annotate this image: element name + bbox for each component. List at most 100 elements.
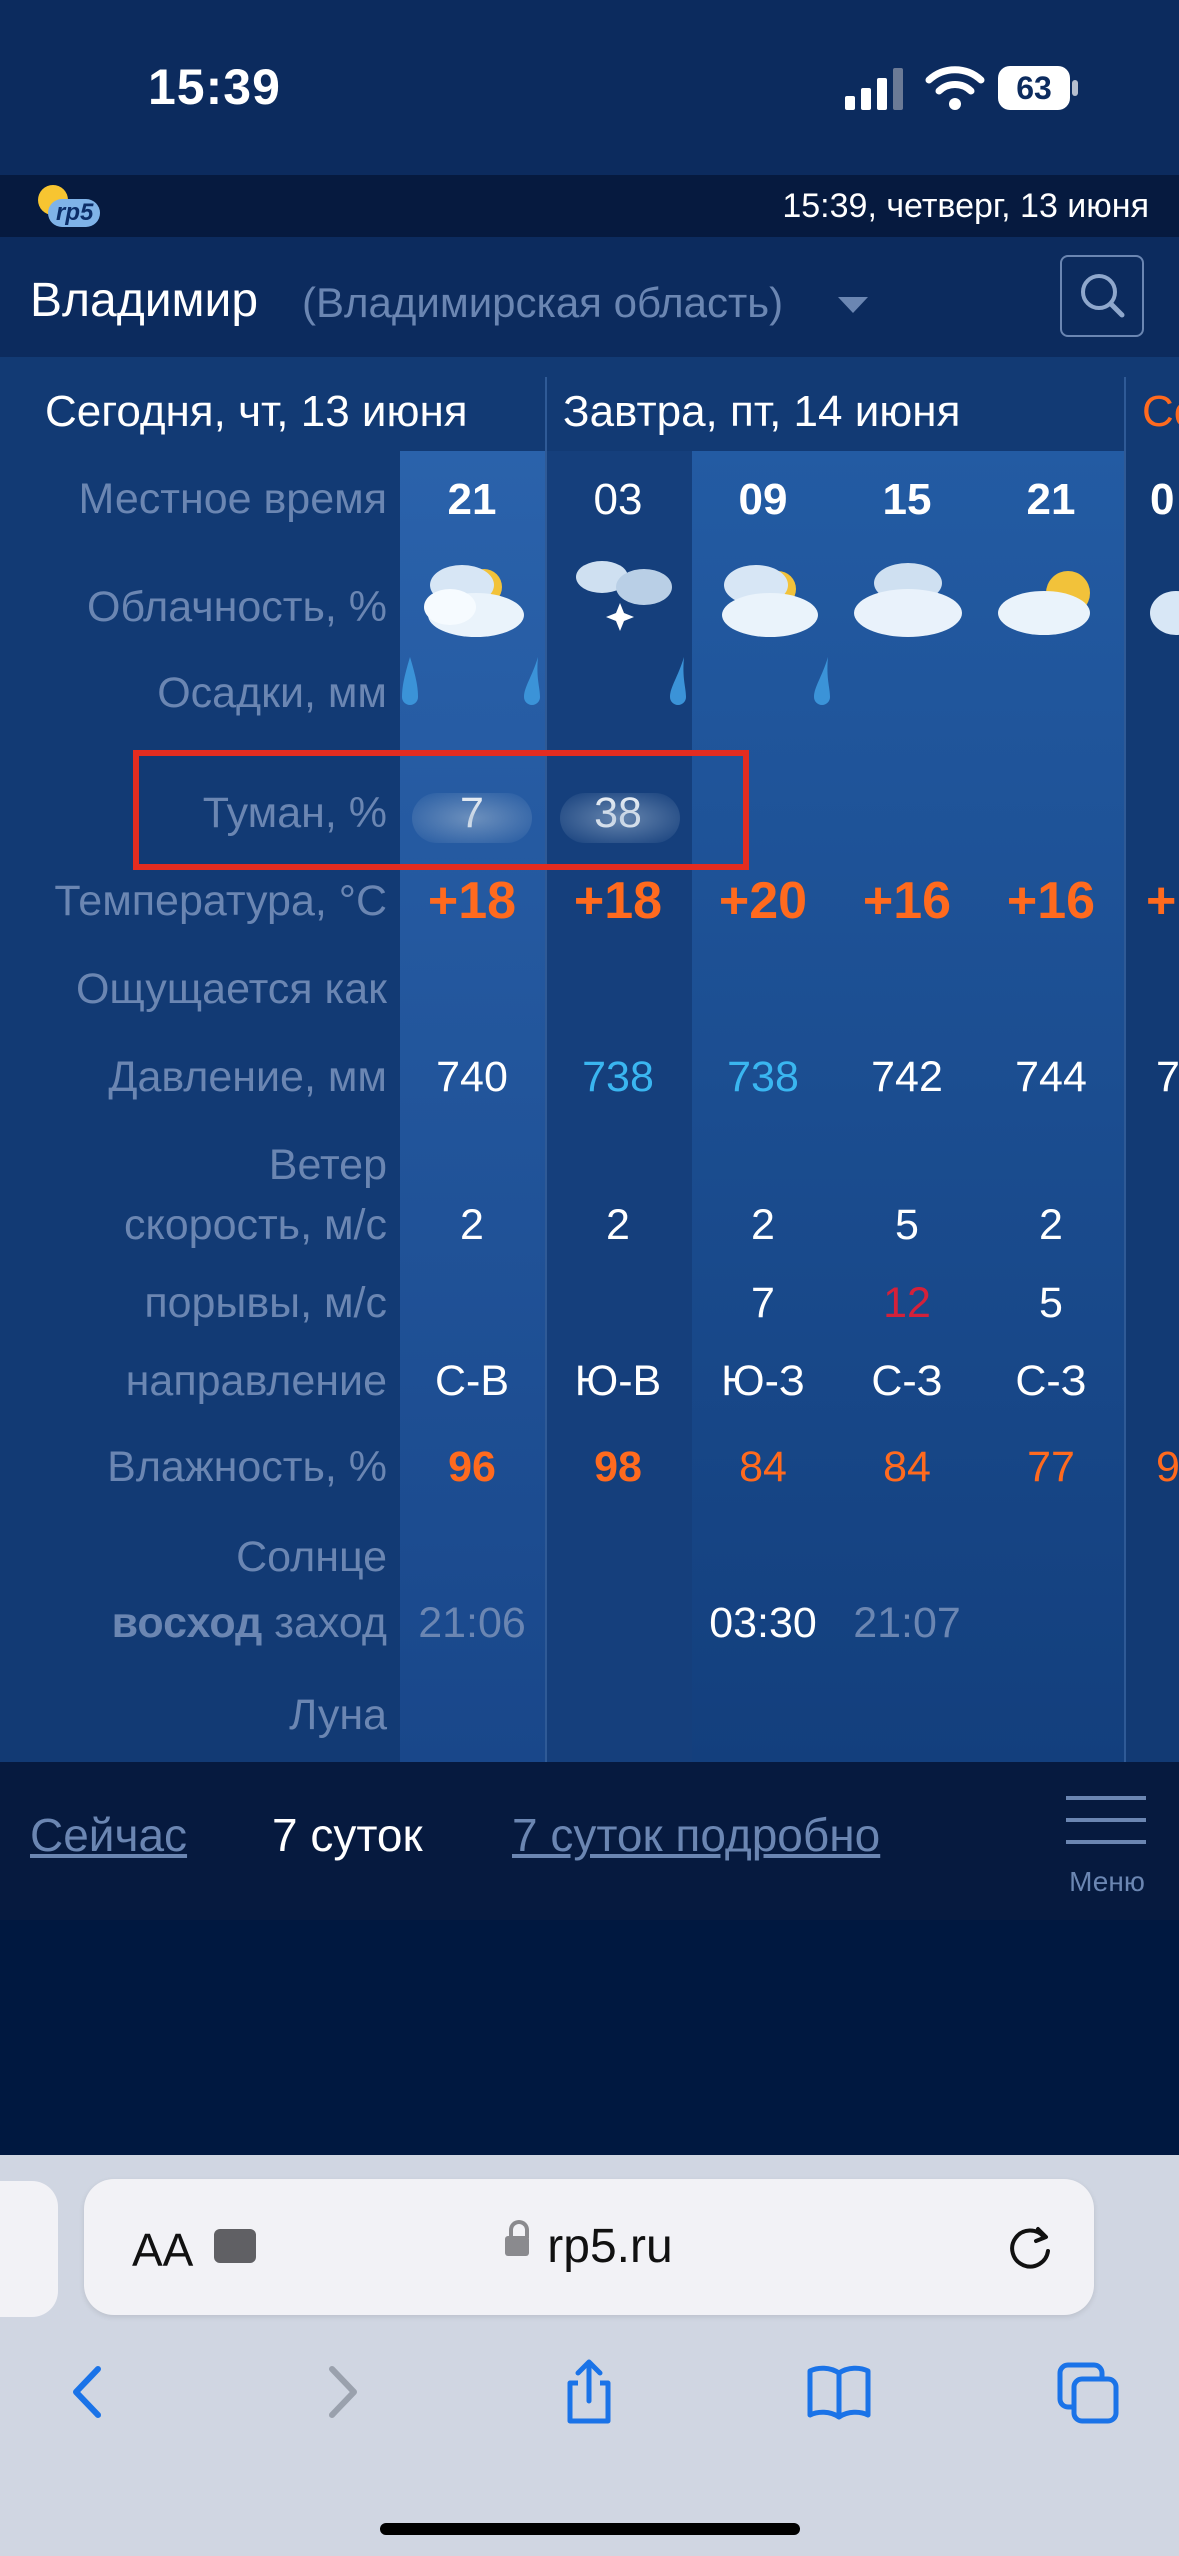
fog-row-highlight (133, 750, 749, 870)
wind-speed-cell: 2 (751, 1201, 775, 1249)
url-text: rp5.ru (547, 2220, 673, 2273)
tab-seven-days-detailed[interactable]: 7 суток подробно (512, 1808, 880, 1862)
label-direction: направление (125, 1357, 387, 1405)
wind-gust-cell: 12 (883, 1279, 931, 1327)
cloudy-icon (854, 563, 962, 637)
hour-cell: 15 (882, 475, 932, 524)
forward-icon[interactable] (306, 2357, 376, 2427)
temperature-cell: +16 (862, 872, 952, 930)
tabs-icon[interactable] (1054, 2357, 1124, 2427)
partly-cloudy-night-icon (424, 565, 524, 637)
weather-icon-partial (1150, 591, 1179, 635)
sunrise-tomorrow-cell: 03:30 (709, 1599, 817, 1647)
wind-direction-cell: С-З (871, 1357, 943, 1405)
label-temperature: Температура, °С (54, 877, 387, 925)
pressure-cell: 740 (436, 1053, 508, 1101)
partly-sunny-icon (998, 571, 1090, 635)
label-wind: Ветер (268, 1141, 387, 1189)
sunset-today-cell: 21:06 (418, 1599, 526, 1647)
label-local-time: Местное время (78, 475, 387, 523)
region-name[interactable]: (Владимирская область) (302, 279, 783, 327)
rain-drop-icon (670, 657, 686, 705)
hamburger-icon (1066, 1796, 1146, 1800)
pressure-cell: 738 (582, 1053, 654, 1101)
reload-icon[interactable] (1004, 2221, 1056, 2273)
label-sunset: заход (274, 1599, 387, 1647)
humidity-cell: 98 (594, 1443, 642, 1491)
temperature-cell: +18 (573, 872, 663, 930)
logo-text: rp5 (56, 199, 94, 226)
status-time: 15:39 (148, 59, 281, 115)
bookmarks-icon[interactable] (804, 2357, 874, 2427)
temperature-cell: +18 (427, 872, 517, 930)
temperature-cell-partial: + (1146, 872, 1177, 930)
location-header: Владимир (Владимирская область) (0, 237, 1179, 357)
day-header-next: Се (1142, 387, 1179, 436)
wifi-icon (925, 66, 985, 110)
cellular-signal-icon (845, 68, 903, 110)
temperature-cell: +20 (718, 872, 808, 930)
hour-cell-partial: 0 (1150, 475, 1175, 524)
previous-tab[interactable] (0, 2181, 58, 2317)
lock-icon (505, 2220, 530, 2256)
hour-cell: 09 (738, 475, 788, 524)
humidity-cell: 84 (883, 1443, 931, 1491)
status-bar: 15:39 63 (0, 0, 1179, 175)
menu-button[interactable]: Меню (1062, 1796, 1152, 1897)
wind-direction-cell: С-В (434, 1357, 510, 1405)
label-moon: Луна (289, 1691, 387, 1739)
city-name[interactable]: Владимир (30, 273, 258, 328)
rp5-logo[interactable]: rp5 (34, 183, 104, 231)
wind-gust-cell: 7 (751, 1279, 775, 1327)
wind-direction-cell: С-З (1015, 1357, 1087, 1405)
sunset-tomorrow-cell: 21:07 (853, 1599, 961, 1647)
wind-direction-cell: Ю-В (574, 1357, 662, 1405)
pressure-cell: 738 (727, 1053, 799, 1101)
pressure-cell: 742 (871, 1053, 943, 1101)
humidity-cell: 77 (1027, 1443, 1075, 1491)
pressure-cell-partial: 7 (1156, 1053, 1179, 1101)
current-datetime: 15:39, четверг, 13 июня (782, 187, 1149, 225)
partly-cloudy-icon (722, 565, 818, 637)
humidity-cell: 96 (448, 1443, 496, 1491)
wind-direction-cell: Ю-З (721, 1357, 805, 1405)
label-gusts: порывы, м/с (144, 1279, 387, 1327)
battery-icon: 63 (998, 66, 1078, 110)
night-cloud-icon (576, 561, 672, 631)
rain-drop-icon (402, 657, 418, 705)
label-pressure: Давление, мм (108, 1053, 387, 1101)
share-icon[interactable] (554, 2357, 624, 2427)
bottom-nav: Сейчас 7 суток 7 суток подробно Меню (0, 1762, 1179, 1920)
wind-speed-cell: 2 (606, 1201, 630, 1249)
temperature-cell: +16 (1006, 872, 1096, 930)
label-humidity: Влажность, % (107, 1443, 387, 1491)
address-bar[interactable]: AA rp5.ru (84, 2179, 1094, 2315)
tab-now[interactable]: Сейчас (30, 1808, 187, 1862)
home-indicator (380, 2523, 800, 2535)
wind-speed-cell: 2 (460, 1201, 484, 1249)
forecast-table: Сегодня, чт, 13 июня Завтра, пт, 14 июня… (0, 357, 1179, 1762)
site-top-strip: rp5 15:39, четверг, 13 июня (0, 175, 1179, 237)
wind-gust-cell: 5 (1039, 1279, 1063, 1327)
humidity-cell-partial: 9 (1156, 1443, 1179, 1491)
day-header-tomorrow: Завтра, пт, 14 июня (563, 387, 961, 436)
day-header-today: Сегодня, чт, 13 июня (45, 387, 468, 436)
rain-drop-icon (524, 657, 540, 705)
hour-cell: 21 (447, 475, 497, 524)
page-empty-area (0, 1920, 1179, 2155)
back-icon[interactable] (54, 2357, 124, 2427)
label-sunrise: восход (111, 1599, 263, 1647)
pressure-cell: 744 (1015, 1053, 1087, 1101)
hour-cell: 03 (593, 475, 643, 524)
tab-seven-days[interactable]: 7 суток (272, 1808, 423, 1862)
menu-label: Меню (1069, 1866, 1145, 1897)
search-button[interactable] (1060, 255, 1144, 337)
battery-level: 63 (998, 66, 1070, 110)
humidity-cell: 84 (739, 1443, 787, 1491)
search-icon (1081, 274, 1125, 318)
rain-drop-icon (814, 657, 830, 705)
label-cloudiness: Облачность, % (87, 583, 387, 631)
label-feels-like: Ощущается как (75, 965, 387, 1013)
url-display[interactable]: rp5.ru (84, 2219, 1094, 2274)
location-dropdown-icon[interactable] (838, 297, 868, 313)
